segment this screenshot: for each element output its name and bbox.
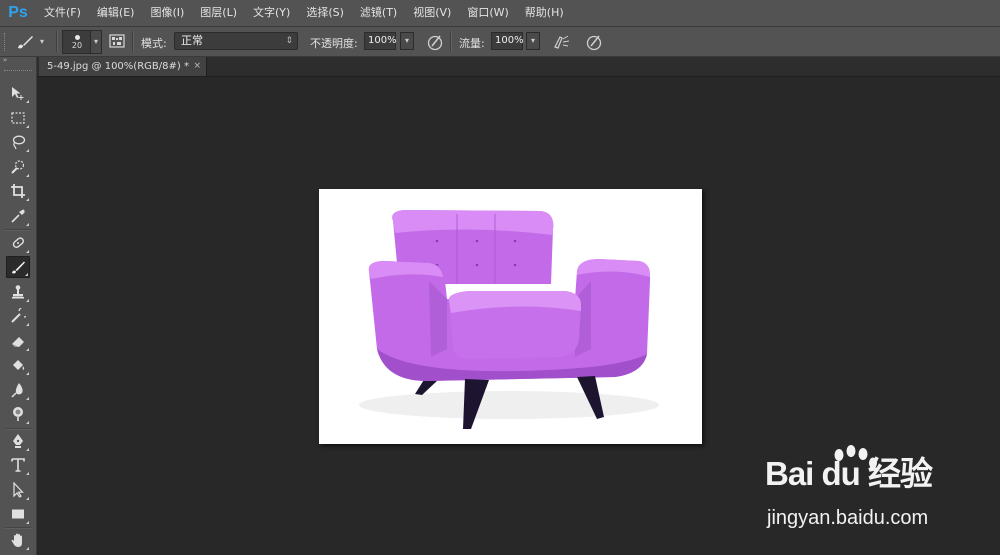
menu-file[interactable]: 文件(F) (36, 0, 89, 26)
brush-tool-icon[interactable] (6, 256, 30, 278)
mode-value: 正常 (181, 34, 203, 47)
quick-selection-tool-icon[interactable] (6, 156, 30, 178)
type-tool-icon[interactable] (6, 454, 30, 476)
flow-slider-dropdown[interactable]: ▾ (526, 32, 540, 50)
menu-type[interactable]: 文字(Y) (245, 0, 298, 26)
menu-layer[interactable]: 图层(L) (192, 0, 245, 26)
airbrush-icon[interactable] (552, 33, 572, 51)
brush-panel-icon (109, 34, 125, 48)
opacity-slider-dropdown[interactable]: ▾ (400, 32, 414, 50)
menu-help[interactable]: 帮助(H) (517, 0, 572, 26)
document-tab-title: 5-49.jpg @ 100%(RGB/8#) * (47, 61, 189, 72)
pressure-size-icon[interactable] (585, 33, 603, 51)
marquee-tool-icon[interactable] (6, 107, 30, 129)
eraser-tool-icon[interactable] (6, 330, 30, 352)
brush-picker-dropdown[interactable]: ▾ (90, 30, 102, 54)
options-bar: ▾ 20 ▾ 模式: 正常 ⇕ 不透明度: 100% ▾ 流量: 100% ▾ (0, 27, 1000, 57)
hand-tool-icon[interactable] (6, 529, 30, 551)
tools-panel: » (0, 57, 37, 555)
brush-size-picker[interactable]: 20 (62, 30, 92, 54)
pressure-opacity-icon[interactable] (426, 33, 444, 51)
paint-bucket-tool-icon[interactable] (6, 354, 30, 376)
history-brush-tool-icon[interactable] (6, 305, 30, 327)
clone-stamp-tool-icon[interactable] (6, 281, 30, 303)
healing-brush-tool-icon[interactable] (6, 232, 30, 254)
mode-label: 模式: (141, 37, 167, 50)
brush-tip-icon (74, 34, 80, 40)
flow-input[interactable]: 100% (491, 32, 524, 50)
separator (56, 31, 58, 52)
baidu-jingyan-watermark: Bai du 经验 jingyan.baidu.com (765, 445, 1000, 540)
close-icon[interactable]: × (193, 57, 201, 76)
menu-select[interactable]: 选择(S) (298, 0, 352, 26)
menu-image[interactable]: 图像(I) (142, 0, 192, 26)
collapse-panel-button[interactable]: » (0, 57, 36, 64)
options-bar-grip[interactable] (4, 33, 8, 51)
crop-tool-icon[interactable] (6, 180, 30, 202)
toggle-brush-panel-button[interactable] (108, 32, 126, 50)
separator (5, 229, 31, 231)
flow-label: 流量: (459, 37, 485, 50)
lasso-tool-icon[interactable] (6, 131, 30, 153)
watermark-url: jingyan.baidu.com (767, 507, 929, 529)
separator (132, 31, 134, 52)
menu-filter[interactable]: 滤镜(T) (352, 0, 405, 26)
mode-select[interactable]: 正常 ⇕ (174, 32, 298, 50)
chevron-down-icon: ▾ (40, 37, 45, 46)
pen-tool-icon[interactable] (6, 430, 30, 452)
move-tool-icon[interactable] (6, 82, 30, 104)
opacity-input[interactable]: 100% (364, 32, 397, 50)
brush-preset-icon (18, 35, 33, 48)
opacity-label: 不透明度: (310, 37, 358, 50)
armchair-image (359, 210, 659, 429)
tool-preset-picker[interactable]: ▾ (14, 31, 54, 52)
separator (450, 31, 452, 52)
blur-tool-icon[interactable] (6, 379, 30, 401)
document-tab-bar: 5-49.jpg @ 100%(RGB/8#) * × (37, 57, 1000, 77)
menu-bar: Ps 文件(F) 编辑(E) 图像(I) 图层(L) 文字(Y) 选择(S) 滤… (0, 0, 1000, 27)
dodge-tool-icon[interactable] (6, 403, 30, 425)
watermark-brand: Bai du 经验 (765, 455, 933, 492)
tools-panel-grip[interactable] (4, 70, 32, 73)
brush-size-value: 20 (71, 40, 83, 50)
select-arrows-icon: ⇕ (285, 36, 293, 46)
rectangle-tool-icon[interactable] (6, 503, 30, 525)
photoshop-logo[interactable]: Ps (0, 0, 36, 26)
path-selection-tool-icon[interactable] (6, 479, 30, 501)
menu-window[interactable]: 窗口(W) (459, 0, 516, 26)
menu-edit[interactable]: 编辑(E) (89, 0, 143, 26)
document-tab[interactable]: 5-49.jpg @ 100%(RGB/8#) * × (39, 57, 207, 76)
document-canvas[interactable] (319, 189, 702, 444)
menu-view[interactable]: 视图(V) (405, 0, 459, 26)
eyedropper-tool-icon[interactable] (6, 205, 30, 227)
